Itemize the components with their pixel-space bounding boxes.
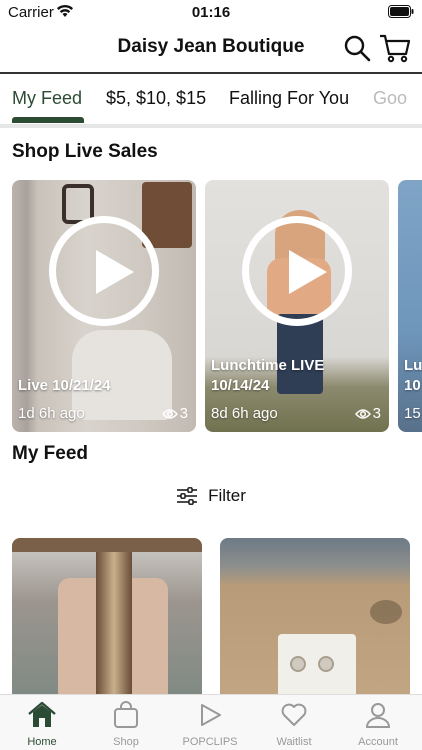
eye-icon	[161, 408, 178, 419]
play-icon	[201, 704, 221, 726]
bottom-tab-bar: Home Shop POPCLIPS Waitlist Account	[0, 694, 422, 750]
tab-5-10-15[interactable]: $5, $10, $15	[106, 88, 206, 109]
live-sales-carousel[interactable]: Live 10/21/24 1d 6h ago 3 Lunchtime LIVE…	[12, 180, 422, 432]
clock: 01:16	[191, 4, 231, 21]
product-image	[12, 538, 202, 698]
live-sale-card[interactable]: Lunchtime LIVE 10/14/24 8d 6h ago 3	[205, 180, 389, 432]
person-icon	[365, 703, 391, 728]
live-sale-title: Lu 10	[404, 357, 422, 394]
view-count: 3	[161, 405, 188, 422]
play-icon[interactable]	[49, 216, 159, 326]
home-icon	[28, 701, 56, 727]
live-sale-card[interactable]: Live 10/21/24 1d 6h ago 3	[12, 180, 196, 432]
live-sale-age: 8d 6h ago	[211, 405, 278, 422]
live-sales-heading: Shop Live Sales	[12, 141, 158, 162]
eye-icon	[354, 408, 371, 419]
live-sale-age: 1d 6h ago	[18, 405, 85, 422]
status-bar: Carrier 01:16	[0, 0, 422, 26]
nav-home[interactable]: Home	[0, 701, 84, 748]
nav-account[interactable]: Account	[336, 701, 420, 748]
nav-waitlist[interactable]: Waitlist	[252, 701, 336, 748]
feed-item[interactable]	[220, 538, 410, 698]
feed-item[interactable]	[12, 538, 202, 698]
filter-label: Filter	[208, 486, 246, 505]
app-header: Daisy Jean Boutique	[0, 26, 422, 72]
heart-icon	[281, 703, 307, 726]
active-tab-indicator	[12, 117, 84, 123]
live-sale-title: Lunchtime LIVE 10/14/24	[211, 357, 325, 394]
nav-shop[interactable]: Shop	[84, 701, 168, 748]
shopping-bag-icon	[114, 701, 138, 728]
sliders-icon	[177, 487, 198, 505]
play-icon[interactable]	[242, 216, 352, 326]
view-count: 3	[354, 405, 381, 422]
cart-icon[interactable]	[379, 32, 411, 64]
tab-partial[interactable]: Goo	[373, 88, 407, 109]
battery-icon	[388, 5, 414, 18]
category-tabs: My Feed $5, $10, $15 Falling For You Goo	[0, 74, 422, 124]
tab-falling-for-you[interactable]: Falling For You	[229, 88, 349, 109]
feed-heading: My Feed	[12, 443, 89, 464]
live-sale-title: Live 10/21/24	[18, 377, 111, 394]
nav-popclips[interactable]: POPCLIPS	[168, 701, 252, 748]
live-sale-age: 15	[404, 405, 421, 422]
live-sale-card[interactable]: Lu 10 15	[398, 180, 422, 432]
filter-button[interactable]: Filter	[0, 484, 422, 508]
tab-my-feed[interactable]: My Feed	[12, 88, 82, 109]
product-image	[220, 538, 410, 698]
search-icon[interactable]	[343, 34, 371, 62]
tabs-divider	[0, 124, 422, 128]
